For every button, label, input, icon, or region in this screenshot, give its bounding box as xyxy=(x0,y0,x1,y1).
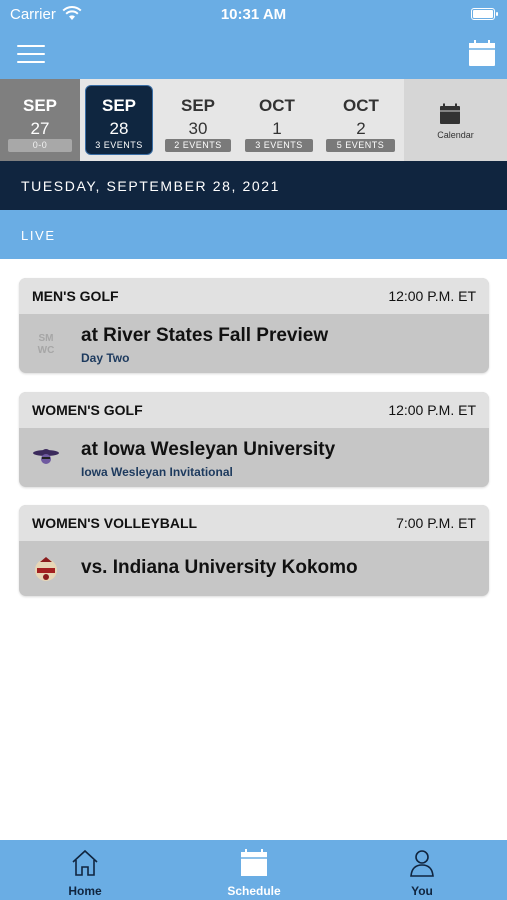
tab-schedule[interactable]: Schedule xyxy=(194,840,314,900)
date-day: 27 xyxy=(30,119,50,138)
event-card-header: WOMEN'S VOLLEYBALL 7:00 P.M. ET xyxy=(19,505,489,541)
nav-bar xyxy=(0,30,507,79)
date-event-count: 3 EVENTS xyxy=(95,140,143,150)
tab-label: Schedule xyxy=(227,884,281,898)
status-bar: Carrier 10:31 AM xyxy=(0,0,507,30)
calendar-icon[interactable] xyxy=(468,39,496,67)
event-opponent: at Iowa Wesleyan University xyxy=(81,439,336,460)
event-opponent: at River States Fall Preview xyxy=(81,325,329,346)
event-card-womens-volleyball[interactable]: WOMEN'S VOLLEYBALL 7:00 P.M. ET vs. Indi… xyxy=(19,505,489,596)
date-month: SEP xyxy=(180,96,216,115)
event-time: 12:00 P.M. ET xyxy=(388,402,476,418)
event-sport: MEN'S GOLF xyxy=(32,288,119,304)
svg-text:SM: SM xyxy=(39,333,54,344)
date-month: SEP xyxy=(101,96,137,115)
calendar-icon xyxy=(440,103,460,124)
tab-you[interactable]: You xyxy=(362,840,482,900)
calendar-button-label: Calendar xyxy=(437,130,474,140)
date-selector: SEP 27 0-0 SEP 28 3 EVENTS SEP 30 2 EVEN… xyxy=(0,79,507,161)
home-icon xyxy=(72,849,98,876)
event-card-header: MEN'S GOLF 12:00 P.M. ET xyxy=(19,278,489,314)
date-month: OCT xyxy=(343,96,379,115)
tab-bar: Home Schedule You xyxy=(0,840,507,900)
event-sport: WOMEN'S VOLLEYBALL xyxy=(32,515,198,531)
date-event-count: 0-0 xyxy=(8,139,72,152)
tab-label: Home xyxy=(68,884,102,898)
event-time: 12:00 P.M. ET xyxy=(388,288,476,304)
event-opponent: vs. Indiana University Kokomo xyxy=(81,557,358,578)
calendar-icon xyxy=(241,849,267,876)
selected-date-text: TUESDAY, SEPTEMBER 28, 2021 xyxy=(21,178,280,194)
calendar-button[interactable]: Calendar xyxy=(404,79,507,161)
event-time: 7:00 P.M. ET xyxy=(396,515,476,531)
event-sport: WOMEN'S GOLF xyxy=(32,402,143,418)
date-item-sep-27[interactable]: SEP 27 0-0 xyxy=(0,79,80,161)
smwc-logo-icon: SM WC xyxy=(32,329,60,357)
date-item-sep-28[interactable]: SEP 28 3 EVENTS xyxy=(80,79,158,161)
event-subtitle: Iowa Wesleyan Invitational xyxy=(81,465,233,479)
date-day: 2 xyxy=(356,119,366,138)
event-card-header: WOMEN'S GOLF 12:00 P.M. ET xyxy=(19,392,489,428)
iowa-wesleyan-logo-icon xyxy=(32,443,60,471)
tab-label: You xyxy=(411,884,433,898)
date-day: 28 xyxy=(109,119,129,138)
date-day: 1 xyxy=(272,119,282,138)
selected-date-header: TUESDAY, SEPTEMBER 28, 2021 xyxy=(0,161,507,210)
section-label: LIVE xyxy=(21,228,56,243)
iu-kokomo-logo-icon xyxy=(32,555,60,583)
date-month: OCT xyxy=(259,96,295,115)
date-item-sep-30[interactable]: SEP 30 2 EVENTS xyxy=(158,79,238,161)
battery-icon xyxy=(471,8,498,20)
clock: 10:31 AM xyxy=(220,6,287,23)
event-card-mens-golf[interactable]: MEN'S GOLF 12:00 P.M. ET SM WC at River … xyxy=(19,278,489,373)
person-icon xyxy=(410,850,434,877)
event-card-womens-golf[interactable]: WOMEN'S GOLF 12:00 P.M. ET at Iowa Wesle… xyxy=(19,392,489,487)
date-item-oct-1[interactable]: OCT 1 3 EVENTS xyxy=(238,79,316,161)
svg-text:WC: WC xyxy=(38,345,55,356)
section-header-live: LIVE xyxy=(0,210,507,259)
date-event-count: 3 EVENTS xyxy=(245,139,313,152)
date-month: SEP xyxy=(22,96,58,115)
date-item-oct-2[interactable]: OCT 2 5 EVENTS xyxy=(318,79,404,161)
tab-home[interactable]: Home xyxy=(25,840,145,900)
date-day: 30 xyxy=(188,119,208,138)
date-event-count: 5 EVENTS xyxy=(326,139,395,152)
event-subtitle: Day Two xyxy=(81,351,130,365)
menu-icon[interactable] xyxy=(17,45,45,63)
date-event-count: 2 EVENTS xyxy=(165,139,231,152)
